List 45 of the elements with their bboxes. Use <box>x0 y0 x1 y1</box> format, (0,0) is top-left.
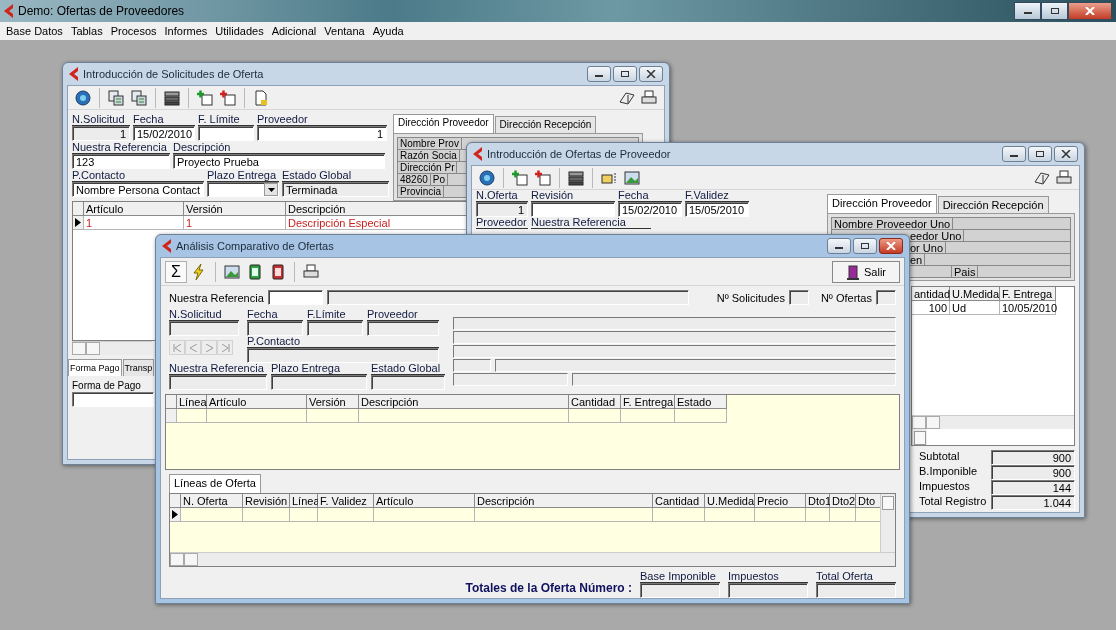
window-title: Introducción de Ofertas de Proveedor <box>487 148 671 160</box>
column-header: Descripción <box>475 493 653 508</box>
field-label: Impuestos <box>919 480 971 494</box>
table-cell: Ud <box>950 301 1000 315</box>
field-label: Nuestra Referencia <box>169 291 264 304</box>
field-label: Forma de Pago <box>72 380 142 392</box>
field-label: Subtotal <box>919 450 961 464</box>
field-label: B.Imponible <box>919 465 979 479</box>
table-cell: 1 <box>184 216 286 230</box>
column-header: Artículo <box>84 202 184 216</box>
column-header: Artículo <box>374 493 475 508</box>
app-title: Demo: Ofertas de Proveedores <box>18 4 185 18</box>
column-header: U.Medida <box>705 493 755 508</box>
column-header: Línea <box>177 395 207 409</box>
column-header: F. Entrega <box>621 395 675 409</box>
column-header: U.Medida <box>950 287 1000 301</box>
column-header: F. Entrega <box>1000 287 1056 301</box>
column-header: Versión <box>184 202 286 216</box>
table-cell: Provincia <box>398 186 445 197</box>
column-header: Estado <box>675 395 727 409</box>
column-header: Precio <box>755 493 806 508</box>
field-label: Nº Solicitudes <box>716 291 785 304</box>
window-title: Análisis Comparativo de Ofertas <box>176 240 334 252</box>
table-cell: 1 <box>84 216 184 230</box>
column-header: F. Validez <box>318 493 374 508</box>
column-header: Cantidad <box>569 395 621 409</box>
field-label: Total Registro <box>919 495 988 509</box>
column-header: Artículo <box>207 395 307 409</box>
column-header: Dto <box>856 493 880 508</box>
table-cell: 100 <box>912 301 950 315</box>
field-label: Proveedor <box>476 217 528 229</box>
column-header: Descripción <box>359 395 569 409</box>
column-header: Cantidad <box>653 493 705 508</box>
column-header: Dto1 <box>806 493 830 508</box>
column-header: antidad <box>912 287 950 301</box>
column-header: Dto2 <box>830 493 856 508</box>
window-title: Introducción de Solicitudes de Oferta <box>83 68 264 80</box>
totals-label: Totales de la Oferta Número : <box>465 582 632 594</box>
table-cell: 10/05/2010 <box>1000 301 1056 315</box>
column-header: Versión <box>307 395 359 409</box>
field-label: Nuestra Referencia <box>531 217 651 229</box>
column-header: N. Oferta <box>181 493 243 508</box>
table-cell: Pais <box>952 266 979 277</box>
field-label: Nº Ofertas <box>820 291 872 304</box>
column-header: Revisión <box>243 493 290 508</box>
